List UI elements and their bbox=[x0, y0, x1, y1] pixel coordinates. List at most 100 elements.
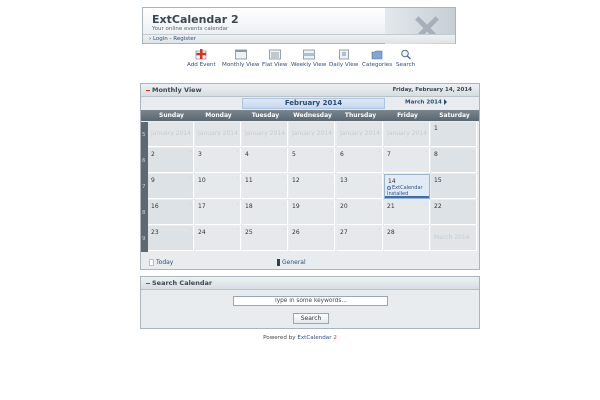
add-event-icon[interactable]: · bbox=[330, 149, 332, 155]
day-cell[interactable]: 12 · bbox=[289, 174, 335, 199]
day-cell[interactable]: 6 · bbox=[337, 148, 383, 173]
search-nav-button[interactable]: Search bbox=[396, 49, 415, 68]
legend-general[interactable]: General bbox=[277, 259, 306, 266]
day-cell[interactable]: 16 · bbox=[148, 200, 194, 225]
week-number[interactable]: 9 bbox=[141, 226, 148, 252]
add-event-button[interactable]: Add Event bbox=[187, 49, 216, 68]
search-button[interactable]: Search bbox=[293, 313, 329, 324]
add-event-icon[interactable]: · bbox=[236, 149, 238, 155]
day-cell[interactable]: 26 · bbox=[289, 226, 335, 251]
day-number: 10 bbox=[198, 177, 206, 184]
add-event-icon[interactable]: · bbox=[330, 201, 332, 207]
month-navigation: February 2014 March 2014 bbox=[141, 98, 479, 109]
week-number-label: 7 bbox=[142, 184, 146, 190]
flat-view-button[interactable]: Flat View bbox=[262, 49, 287, 68]
next-month-link[interactable]: March 2014 bbox=[405, 99, 447, 106]
add-event-icon[interactable]: · bbox=[425, 176, 427, 182]
folder-icon bbox=[371, 50, 383, 60]
day-cell[interactable]: 9 · bbox=[148, 174, 194, 199]
day-number: 19 bbox=[292, 203, 300, 210]
day-cell[interactable]: 15 · bbox=[431, 174, 477, 199]
day-cell[interactable]: 19 · bbox=[289, 200, 335, 225]
add-event-icon[interactable]: · bbox=[472, 123, 474, 129]
day-cell[interactable]: 27 · bbox=[337, 226, 383, 251]
day-cell[interactable]: 28 · bbox=[384, 226, 430, 251]
day-cell[interactable]: 1 · bbox=[431, 122, 477, 147]
add-event-icon[interactable]: · bbox=[236, 201, 238, 207]
footer: Powered by ExtCalendar 2 bbox=[0, 335, 600, 341]
day-cell[interactable]: 20 · bbox=[337, 200, 383, 225]
add-event-icon[interactable]: · bbox=[189, 175, 191, 181]
day-number: 8 bbox=[434, 151, 438, 158]
day-number: 7 bbox=[387, 151, 391, 158]
add-event-icon[interactable]: · bbox=[330, 175, 332, 181]
week-number[interactable]: 5 bbox=[141, 122, 148, 148]
add-event-icon[interactable]: · bbox=[189, 149, 191, 155]
day-cell[interactable]: 17 · bbox=[195, 200, 241, 225]
add-event-icon[interactable]: · bbox=[236, 227, 238, 233]
day-cell[interactable]: 13 · bbox=[337, 174, 383, 199]
monthly-view-button[interactable]: Monthly View bbox=[222, 49, 259, 68]
day-cell-today[interactable]: 14 · ExtCalendar Installed bbox=[384, 174, 430, 199]
footer-prefix: Powered by bbox=[263, 335, 296, 341]
day-cell[interactable]: 3 · bbox=[195, 148, 241, 173]
add-event-icon[interactable]: · bbox=[283, 201, 285, 207]
day-cell[interactable]: 8 · bbox=[431, 148, 477, 173]
day-cell[interactable]: March 2014 bbox=[431, 226, 477, 251]
day-cell[interactable]: January 2014 bbox=[148, 122, 194, 147]
add-event-icon[interactable]: · bbox=[378, 227, 380, 233]
add-event-icon[interactable]: · bbox=[425, 227, 427, 233]
day-cell[interactable]: 5 · bbox=[289, 148, 335, 173]
day-cell[interactable]: January 2014 bbox=[384, 122, 430, 147]
add-event-icon[interactable]: · bbox=[425, 201, 427, 207]
add-event-icon[interactable]: · bbox=[425, 149, 427, 155]
add-event-icon[interactable]: · bbox=[189, 201, 191, 207]
add-event-icon[interactable]: · bbox=[378, 201, 380, 207]
categories-label: Categories bbox=[362, 62, 393, 68]
day-cell[interactable]: 18 · bbox=[242, 200, 288, 225]
add-event-icon[interactable]: · bbox=[283, 175, 285, 181]
day-cell[interactable]: 25 · bbox=[242, 226, 288, 251]
day-cell[interactable]: 22 · bbox=[431, 200, 477, 225]
add-event-icon[interactable]: · bbox=[472, 175, 474, 181]
add-event-icon[interactable]: · bbox=[189, 227, 191, 233]
day-cell[interactable]: January 2014 bbox=[195, 122, 241, 147]
add-event-icon[interactable]: · bbox=[283, 227, 285, 233]
week-number[interactable]: 8 bbox=[141, 200, 148, 226]
day-number: 1 bbox=[434, 125, 438, 132]
add-event-icon[interactable]: · bbox=[283, 149, 285, 155]
add-event-icon[interactable]: · bbox=[330, 227, 332, 233]
categories-button[interactable]: Categories bbox=[362, 49, 392, 68]
day-number: 15 bbox=[434, 177, 442, 184]
week-number[interactable]: 6 bbox=[141, 148, 148, 174]
day-cell[interactable]: January 2014 bbox=[289, 122, 335, 147]
add-event-icon[interactable]: · bbox=[378, 149, 380, 155]
daily-view-button[interactable]: Daily View bbox=[329, 49, 358, 68]
collapse-icon[interactable] bbox=[146, 89, 150, 91]
weekly-view-button[interactable]: Weekly View bbox=[291, 49, 326, 68]
week-number[interactable]: 7 bbox=[141, 174, 148, 200]
search-input[interactable] bbox=[233, 296, 388, 306]
day-cell[interactable]: 2 · bbox=[148, 148, 194, 173]
day-cell[interactable]: 21 · bbox=[384, 200, 430, 225]
legend: Today General bbox=[141, 255, 479, 269]
add-event-icon[interactable]: · bbox=[378, 175, 380, 181]
add-event-icon bbox=[195, 49, 207, 60]
day-cell[interactable]: 11 · bbox=[242, 174, 288, 199]
add-event-icon[interactable]: · bbox=[472, 201, 474, 207]
day-cell[interactable]: 4 · bbox=[242, 148, 288, 173]
day-cell[interactable]: January 2014 bbox=[337, 122, 383, 147]
day-number: 18 bbox=[245, 203, 253, 210]
add-event-icon[interactable]: · bbox=[472, 149, 474, 155]
day-cell[interactable]: 24 · bbox=[195, 226, 241, 251]
day-cell[interactable]: 23 · bbox=[148, 226, 194, 251]
login-link[interactable]: Login bbox=[153, 36, 168, 42]
day-cell[interactable]: 7 · bbox=[384, 148, 430, 173]
day-cell[interactable]: 10 · bbox=[195, 174, 241, 199]
day-cell[interactable]: January 2014 bbox=[242, 122, 288, 147]
add-event-icon[interactable]: · bbox=[236, 175, 238, 181]
search-panel: Search Calendar Search bbox=[140, 276, 480, 329]
footer-link[interactable]: ExtCalendar bbox=[297, 335, 331, 341]
register-link[interactable]: Register bbox=[173, 36, 196, 42]
collapse-icon[interactable] bbox=[146, 282, 150, 284]
